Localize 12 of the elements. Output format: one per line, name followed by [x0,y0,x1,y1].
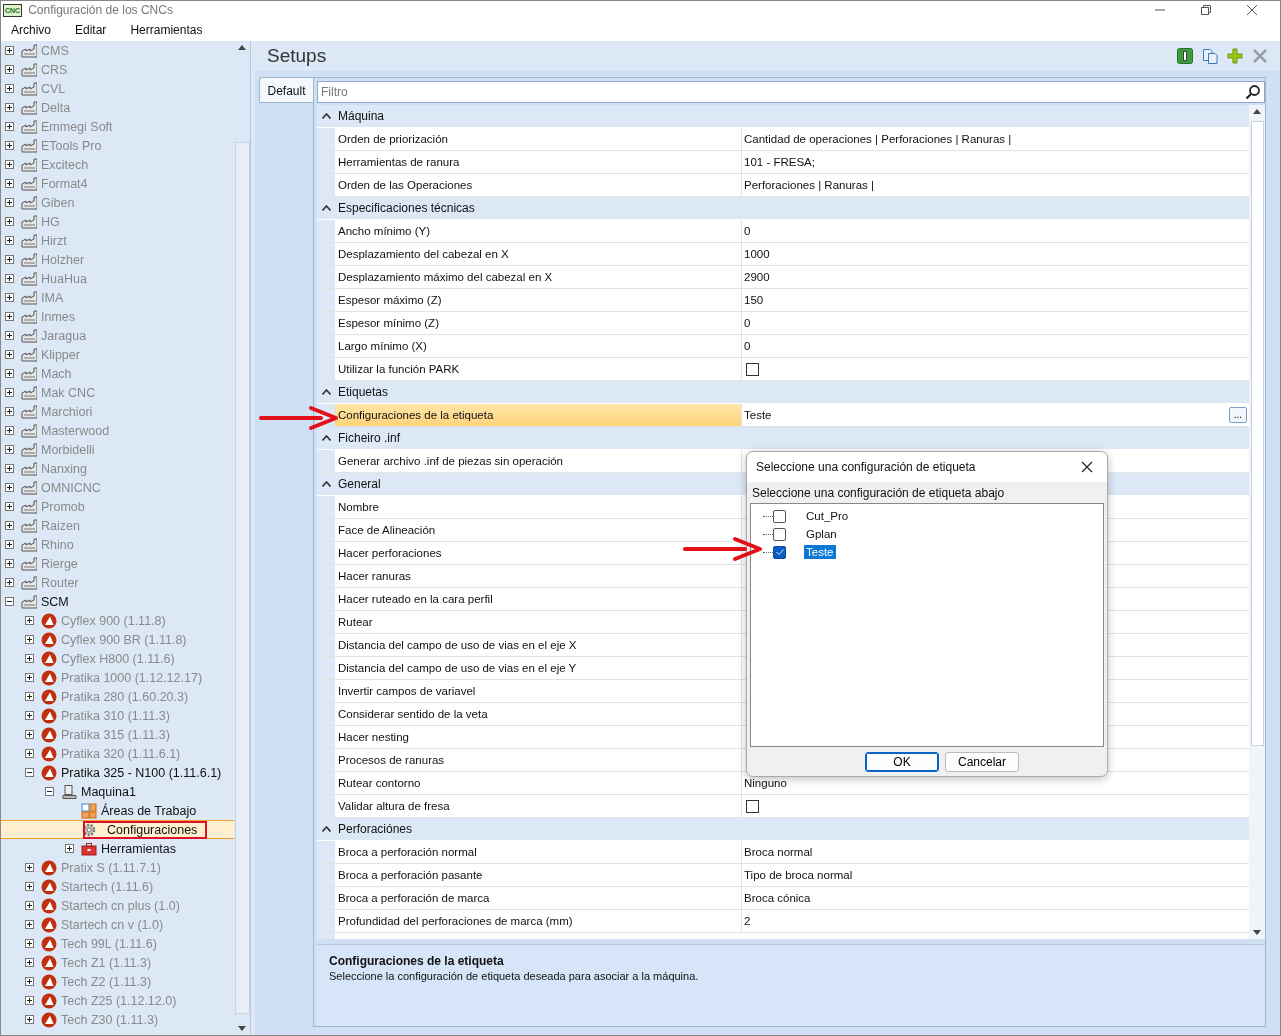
category-title: Máquina [337,109,385,123]
description-text: Seleccione la configuración de etiqueta deseada para asociar a la máquina. [329,970,700,982]
description-title: Configuraciones de la etiqueta [329,954,505,968]
window-title: Configuración de los CNCs [28,3,174,17]
dialog-prompt: Seleccione una configuración de etiqueta abajo [751,485,1006,502]
category-title: General [337,477,381,491]
category-title: Especificaciones técnicas [337,201,475,215]
panel-title: Setups [267,45,328,67]
category-title: Etiquetas [337,385,389,399]
dialog-title: Seleccione una configuración de etiqueta [756,460,976,474]
category-title: Perforaciónes [337,822,413,836]
category-title: Ficheiro .inf [337,431,401,445]
